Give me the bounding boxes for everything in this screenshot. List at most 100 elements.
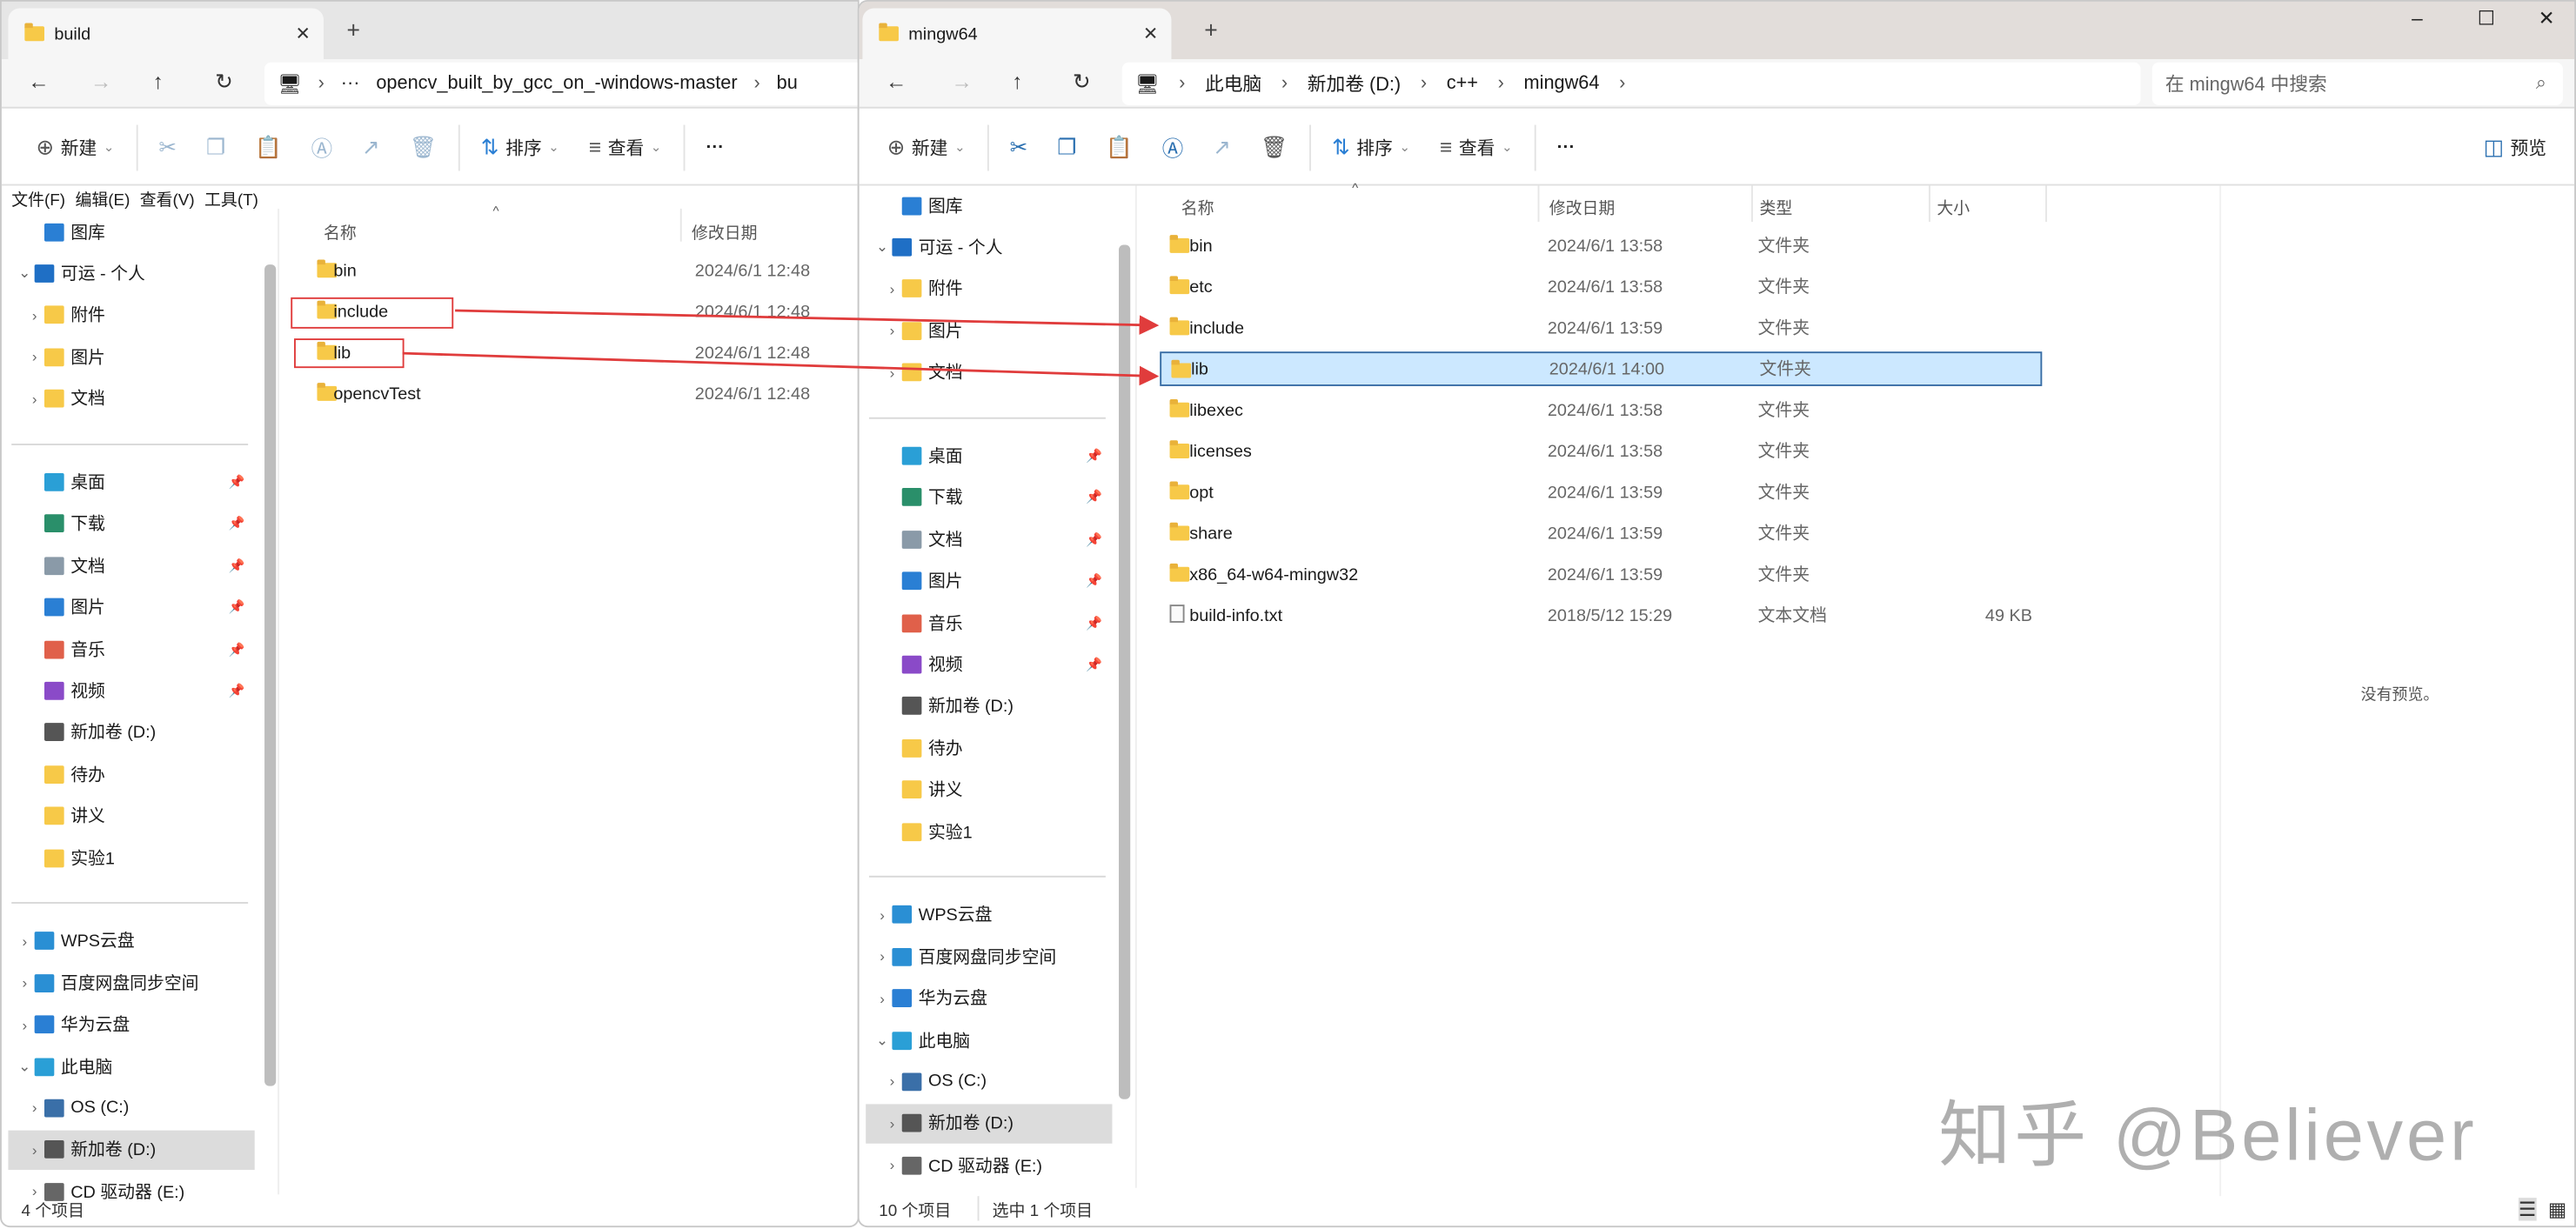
sidebar-item[interactable]: ›附件 [866, 269, 1112, 308]
sidebar-item[interactable]: ›新加卷 (D:) [866, 1104, 1112, 1143]
chevron-right-icon[interactable]: › [882, 1157, 902, 1173]
column-header-modified[interactable]: 修改日期 [1549, 194, 1616, 218]
column-header-name[interactable]: 名称 [1181, 194, 1214, 218]
sidebar-scrollbar[interactable] [1119, 244, 1130, 1099]
sidebar-item[interactable]: 图库 [866, 185, 1112, 224]
chevron-down-icon[interactable]: ⌄ [873, 1031, 893, 1049]
chevron-right-icon[interactable]: › [882, 281, 902, 297]
breadcrumb-item[interactable]: 此电脑 [1205, 70, 1261, 97]
chevron-right-icon[interactable]: › [882, 1115, 902, 1132]
view-button[interactable]: ≡查看⌄ [1425, 134, 1528, 160]
sidebar-item[interactable]: ›新加卷 (D:) [8, 1130, 254, 1169]
address-bar[interactable]: 🖥› ··· opencv_built_by_gcc_on_-windows-m… [264, 63, 860, 105]
file-row[interactable]: lib2024/6/1 14:00文件夹 [1160, 351, 2042, 386]
sidebar-item[interactable]: 桌面📌 [866, 436, 1112, 475]
sidebar-item[interactable]: ›WPS云盘 [8, 921, 254, 960]
sidebar-item[interactable]: 讲义 [8, 796, 254, 835]
sidebar-item[interactable]: 文档📌 [8, 546, 254, 585]
sidebar-item[interactable]: 待办 [8, 754, 254, 793]
share-button[interactable]: ↗ [347, 134, 395, 160]
close-tab-icon[interactable]: ✕ [295, 23, 310, 44]
sidebar-item[interactable]: 音乐📌 [8, 629, 254, 668]
sidebar-item[interactable]: 实验1 [8, 838, 254, 877]
breadcrumb-item[interactable]: c++ [1447, 74, 1478, 94]
breadcrumb-item[interactable]: mingw64 [1524, 74, 1600, 94]
sort-button[interactable]: ⇅排序⌄ [466, 134, 574, 160]
sidebar-item[interactable]: ⌄此电脑 [866, 1020, 1112, 1059]
rename-button[interactable]: Ⓐ [1147, 131, 1199, 163]
close-tab-icon[interactable]: ✕ [1143, 23, 1158, 44]
sidebar-item[interactable]: ›华为云盘 [8, 1005, 254, 1044]
sidebar-item[interactable]: 讲义 [866, 770, 1112, 809]
sidebar-item[interactable]: 实验1 [866, 812, 1112, 851]
chevron-right-icon[interactable]: › [24, 349, 44, 365]
chevron-down-icon[interactable]: ⌄ [873, 238, 893, 257]
file-row[interactable]: bin2024/6/1 12:48 [307, 253, 849, 288]
column-header-type[interactable]: 类型 [1759, 194, 1792, 218]
file-row[interactable]: libexec2024/6/1 13:58文件夹 [1160, 392, 2042, 427]
sidebar-item[interactable]: ›WPS云盘 [866, 895, 1112, 934]
sidebar-item[interactable]: 待办 [866, 728, 1112, 767]
chevron-right-icon[interactable]: › [882, 1073, 902, 1090]
sidebar-item[interactable]: 图片📌 [866, 561, 1112, 600]
new-tab-button[interactable]: + [346, 17, 359, 43]
breadcrumb-item[interactable]: opencv_built_by_gcc_on_-windows-master [376, 74, 737, 94]
file-row[interactable]: share2024/6/1 13:59文件夹 [1160, 516, 2042, 551]
chevron-right-icon[interactable]: › [873, 990, 893, 1006]
sidebar-item[interactable]: 音乐📌 [866, 603, 1112, 642]
breadcrumb-ellipsis[interactable]: ··· [341, 74, 360, 94]
column-header-size[interactable]: 大小 [1937, 194, 1970, 218]
chevron-right-icon[interactable]: › [882, 323, 902, 339]
sidebar-item[interactable]: ›华为云盘 [866, 979, 1112, 1018]
more-button[interactable]: ··· [691, 137, 739, 157]
breadcrumb-item[interactable]: bu [777, 74, 798, 94]
sidebar-item[interactable]: 视频📌 [866, 645, 1112, 684]
sidebar-item[interactable]: 图库 [8, 212, 254, 251]
sidebar-item[interactable]: ⌄可运 - 个人 [8, 254, 254, 293]
chevron-right-icon[interactable]: › [24, 391, 44, 407]
share-button[interactable]: ↗ [1198, 134, 1246, 160]
sidebar-item[interactable]: 视频📌 [8, 671, 254, 710]
sidebar-item[interactable]: ›文档 [866, 352, 1112, 391]
sidebar-item[interactable]: ›附件 [8, 296, 254, 335]
chevron-right-icon[interactable]: › [15, 933, 35, 950]
more-button[interactable]: ··· [1542, 137, 1590, 157]
sidebar-item[interactable]: 下载📌 [8, 504, 254, 544]
rename-button[interactable]: Ⓐ [297, 131, 348, 163]
chevron-right-icon[interactable]: › [882, 364, 902, 381]
sidebar-item[interactable]: ⌄此电脑 [8, 1046, 254, 1085]
sidebar-item[interactable]: ›文档 [8, 379, 254, 418]
sidebar-item[interactable]: 新加卷 (D:) [8, 712, 254, 751]
chevron-right-icon[interactable]: › [24, 307, 44, 324]
file-row[interactable]: bin2024/6/1 13:58文件夹 [1160, 229, 2042, 264]
chevron-right-icon[interactable]: › [24, 1141, 44, 1158]
sidebar-item[interactable]: 图片📌 [8, 587, 254, 626]
sidebar-scrollbar[interactable] [264, 264, 276, 1086]
minimize-button[interactable]: – [2412, 7, 2423, 30]
details-view-button[interactable]: ☰ [2519, 1198, 2536, 1220]
column-header-name[interactable]: 名称 [324, 218, 357, 243]
sidebar-item[interactable]: ›图片 [866, 311, 1112, 350]
column-header-modified[interactable]: 修改日期 [692, 218, 758, 243]
chevron-right-icon[interactable]: › [873, 948, 893, 965]
file-row[interactable]: include2024/6/1 13:59文件夹 [1160, 311, 2042, 345]
chevron-right-icon[interactable]: › [24, 1099, 44, 1116]
sidebar-item[interactable]: 新加卷 (D:) [866, 686, 1112, 725]
search-box[interactable]: 在 mingw64 中搜索 ⌕ [2152, 63, 2563, 105]
sidebar-item[interactable]: ›百度网盘同步空间 [866, 937, 1112, 976]
sidebar-item[interactable]: ›CD 驱动器 (E:) [866, 1146, 1112, 1185]
chevron-right-icon[interactable]: › [15, 975, 35, 992]
sidebar-item[interactable]: 文档📌 [866, 519, 1112, 558]
sidebar-item[interactable]: ›图片 [8, 337, 254, 377]
sidebar-item[interactable]: ›OS (C:) [866, 1062, 1112, 1101]
tiles-view-button[interactable]: ▦ [2548, 1198, 2566, 1220]
file-row[interactable]: opencvTest2024/6/1 12:48 [307, 377, 849, 411]
chevron-right-icon[interactable]: › [15, 1017, 35, 1033]
sidebar-item[interactable]: 桌面📌 [8, 463, 254, 502]
file-row[interactable]: opt2024/6/1 13:59文件夹 [1160, 475, 2042, 510]
preview-pane-button[interactable]: ◫预览 [2469, 134, 2561, 160]
sidebar-item[interactable]: ›OS (C:) [8, 1088, 254, 1127]
breadcrumb-item[interactable]: 新加卷 (D:) [1308, 70, 1401, 97]
sidebar-item[interactable]: ›百度网盘同步空间 [8, 963, 254, 1002]
file-row[interactable]: etc2024/6/1 13:58文件夹 [1160, 270, 2042, 304]
